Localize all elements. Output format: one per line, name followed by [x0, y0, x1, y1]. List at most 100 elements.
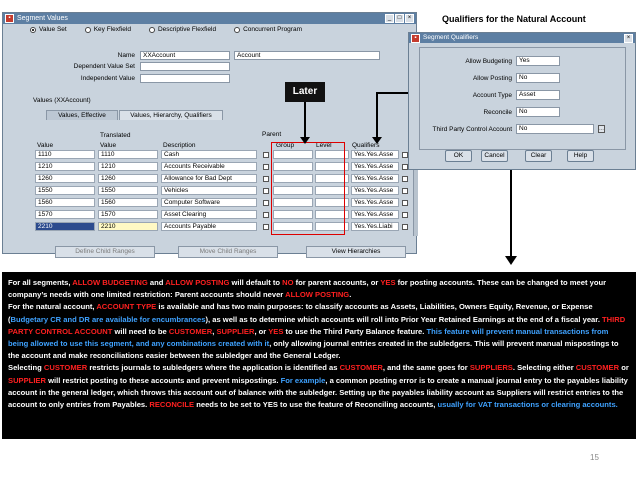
- segment-qualifiers-window: ▪ Segment Qualifiers × Allow Budgeting Y…: [408, 32, 636, 170]
- radio-key-flexfield[interactable]: Key Flexfield: [84, 26, 131, 33]
- oracle-icon: ▪: [411, 34, 420, 43]
- account-type-field[interactable]: Asset: [516, 90, 560, 100]
- parent-checkbox[interactable]: [263, 200, 269, 206]
- independent-value-field[interactable]: [140, 74, 230, 83]
- row-translated-cell[interactable]: 1570: [98, 210, 158, 219]
- qualifiers-window-title: Segment Qualifiers: [423, 34, 479, 41]
- row-edit-icon[interactable]: [402, 224, 408, 230]
- row-qualifiers-cell[interactable]: Yes.Yes.Asse: [351, 162, 399, 171]
- later-highlight-box: [271, 142, 345, 235]
- qualifiers-heading: Qualifiers for the Natural Account: [442, 14, 586, 24]
- values-group-label: Values (XXAccount): [33, 97, 91, 104]
- col-translated-value-header: Value: [100, 142, 117, 149]
- row-translated-cell[interactable]: 1560: [98, 198, 158, 207]
- row-value-cell[interactable]: 1570: [35, 210, 95, 219]
- row-value-cell[interactable]: 1210: [35, 162, 95, 171]
- row-value-cell[interactable]: 2210: [35, 222, 95, 231]
- reconcile-field[interactable]: No: [516, 107, 560, 117]
- row-qualifiers-cell[interactable]: Yes.Yes.Asse: [351, 150, 399, 159]
- row-edit-icon[interactable]: [402, 200, 408, 206]
- parent-checkbox[interactable]: [263, 164, 269, 170]
- close-icon[interactable]: ×: [624, 34, 633, 43]
- row-translated-cell[interactable]: 1550: [98, 186, 158, 195]
- parent-checkbox[interactable]: [263, 224, 269, 230]
- tab-values-effective[interactable]: Values, Effective: [46, 110, 118, 120]
- row-value-cell[interactable]: 1110: [35, 150, 95, 159]
- later-arrow-line: [304, 102, 306, 138]
- row-value-cell[interactable]: 1560: [35, 198, 95, 207]
- third-party-control-label: Third Party Control Account: [432, 126, 512, 133]
- qualifiers-window-controls: ×: [624, 34, 633, 43]
- row-value-cell[interactable]: 1260: [35, 174, 95, 183]
- col-description-header: Description: [163, 142, 196, 149]
- parent-checkbox[interactable]: [263, 188, 269, 194]
- row-description-cell[interactable]: Asset Clearing: [161, 210, 257, 219]
- third-party-control-field[interactable]: No: [516, 124, 594, 134]
- cancel-button[interactable]: Cancel: [481, 150, 508, 162]
- row-qualifiers-cell[interactable]: Yes.Yes.Asse: [351, 198, 399, 207]
- down-arrow-line: [510, 170, 512, 256]
- row-edit-icon[interactable]: [402, 212, 408, 218]
- row-value-cell[interactable]: 1550: [35, 186, 95, 195]
- window-controls: _ □ ×: [385, 14, 414, 23]
- name-description-field[interactable]: Account: [234, 51, 380, 60]
- row-description-cell[interactable]: Allowance for Bad Dept: [161, 174, 257, 183]
- row-qualifiers-cell[interactable]: Yes.Yes.Asse: [351, 210, 399, 219]
- row-translated-cell[interactable]: 1210: [98, 162, 158, 171]
- row-translated-cell[interactable]: 1260: [98, 174, 158, 183]
- row-description-cell[interactable]: Computer Software: [161, 198, 257, 207]
- row-description-cell[interactable]: Vehicles: [161, 186, 257, 195]
- independent-value-label: Independent Value: [80, 75, 135, 82]
- minimize-icon[interactable]: _: [385, 14, 394, 23]
- ok-button[interactable]: OK: [445, 150, 472, 162]
- parent-checkbox[interactable]: [263, 176, 269, 182]
- maximize-icon[interactable]: □: [395, 14, 404, 23]
- radio-icon[interactable]: [84, 26, 91, 33]
- allow-posting-label: Allow Posting: [472, 75, 512, 82]
- close-icon[interactable]: ×: [405, 14, 414, 23]
- qualifiers-panel: Allow Budgeting Yes Allow Posting No Acc…: [419, 47, 626, 150]
- later-arrow-head: [300, 137, 310, 144]
- radio-icon[interactable]: [234, 26, 241, 33]
- parent-checkbox[interactable]: [263, 212, 269, 218]
- tab-values-hierarchy-qualifiers[interactable]: Values, Hierarchy, Qualifiers: [119, 110, 223, 120]
- radio-descriptive-flexfield[interactable]: Descriptive Flexfield: [148, 26, 216, 33]
- parent-checkbox[interactable]: [263, 152, 269, 158]
- qualifiers-arrow-head: [372, 137, 382, 144]
- radio-concurrent-program[interactable]: Concurrent Program: [234, 26, 302, 33]
- row-qualifiers-cell[interactable]: Yes.Yes.Asse: [351, 186, 399, 195]
- help-button[interactable]: Help: [567, 150, 594, 162]
- allow-posting-field[interactable]: No: [516, 73, 560, 83]
- move-child-ranges-button[interactable]: Move Child Ranges: [178, 246, 278, 258]
- radio-selected-icon[interactable]: [30, 26, 36, 33]
- explanation-text: For all segments, ALLOW BUDGETING and AL…: [2, 272, 636, 439]
- source-radio-group: Value Set Key Flexfield Descriptive Flex…: [30, 26, 302, 33]
- row-description-cell[interactable]: Accounts Receivable: [161, 162, 257, 171]
- row-description-cell[interactable]: Cash: [161, 150, 257, 159]
- allow-budgeting-field[interactable]: Yes: [516, 56, 560, 66]
- view-hierarchies-button[interactable]: View Hierarchies: [306, 246, 406, 258]
- row-edit-icon[interactable]: [402, 188, 408, 194]
- define-child-ranges-button[interactable]: Define Child Ranges: [55, 246, 155, 258]
- oracle-icon: ▪: [5, 14, 14, 23]
- allow-budgeting-label: Allow Budgeting: [465, 58, 512, 65]
- row-edit-icon[interactable]: [402, 176, 408, 182]
- row-translated-cell[interactable]: 2210: [98, 222, 158, 231]
- account-type-label: Account Type: [472, 92, 512, 99]
- row-translated-cell[interactable]: 1110: [98, 150, 158, 159]
- col-translated-header: Translated: [100, 132, 131, 139]
- row-qualifiers-cell[interactable]: Yes.Yes.Asse: [351, 174, 399, 183]
- name-label: Name: [117, 52, 135, 59]
- row-qualifiers-cell[interactable]: Yes.Yes.Liabi: [351, 222, 399, 231]
- dropdown-icon[interactable]: …: [598, 125, 605, 133]
- row-description-cell[interactable]: Accounts Payable: [161, 222, 257, 231]
- window-title: Segment Values: [17, 15, 68, 22]
- radio-icon[interactable]: [148, 26, 155, 33]
- name-field[interactable]: XXAccount: [140, 51, 230, 60]
- page-number: 15: [590, 453, 599, 462]
- dependent-value-set-field[interactable]: [140, 62, 230, 71]
- radio-value-set[interactable]: Value Set: [30, 26, 67, 33]
- qualifiers-arrow-v: [376, 92, 378, 138]
- clear-button[interactable]: Clear: [525, 150, 552, 162]
- later-label: Later: [285, 82, 325, 102]
